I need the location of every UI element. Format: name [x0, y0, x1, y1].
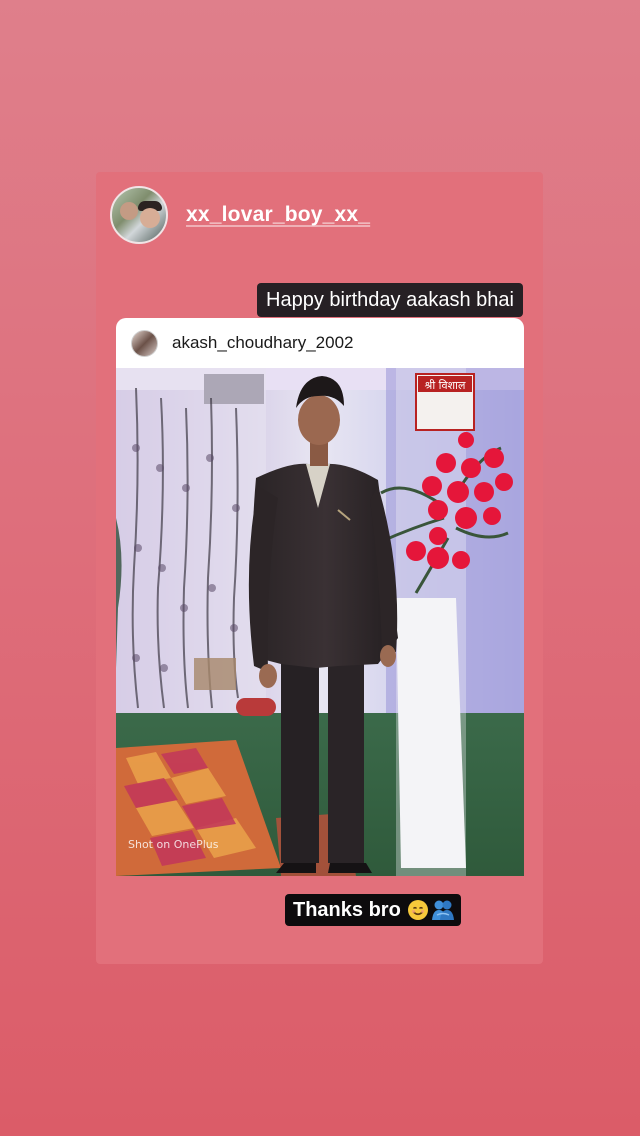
caption-top: Happy birthday aakash bhai	[257, 283, 523, 317]
author-username[interactable]: xx_lovar_boy_xx_	[186, 203, 370, 227]
caption-bottom-text: Thanks bro	[293, 899, 401, 921]
smiling-face-icon	[407, 900, 428, 920]
photo-watermark: Shot on OnePlus	[128, 838, 219, 851]
author-avatar[interactable]	[110, 186, 168, 244]
people-hugging-icon	[431, 900, 454, 920]
stand-sign-text: श्री विशाल	[425, 379, 466, 392]
shared-post-avatar	[131, 329, 158, 357]
shared-post-card[interactable]: akash_choudhary_2002 श्री विशाल Shot on …	[116, 318, 524, 876]
shared-post-header[interactable]: akash_choudhary_2002	[116, 318, 524, 368]
story-author[interactable]: xx_lovar_boy_xx_	[110, 186, 370, 244]
shared-post-username[interactable]: akash_choudhary_2002	[172, 333, 353, 353]
caption-bottom: Thanks bro	[285, 894, 461, 926]
shared-post-photo: श्री विशाल Shot on OnePlus	[116, 368, 524, 876]
